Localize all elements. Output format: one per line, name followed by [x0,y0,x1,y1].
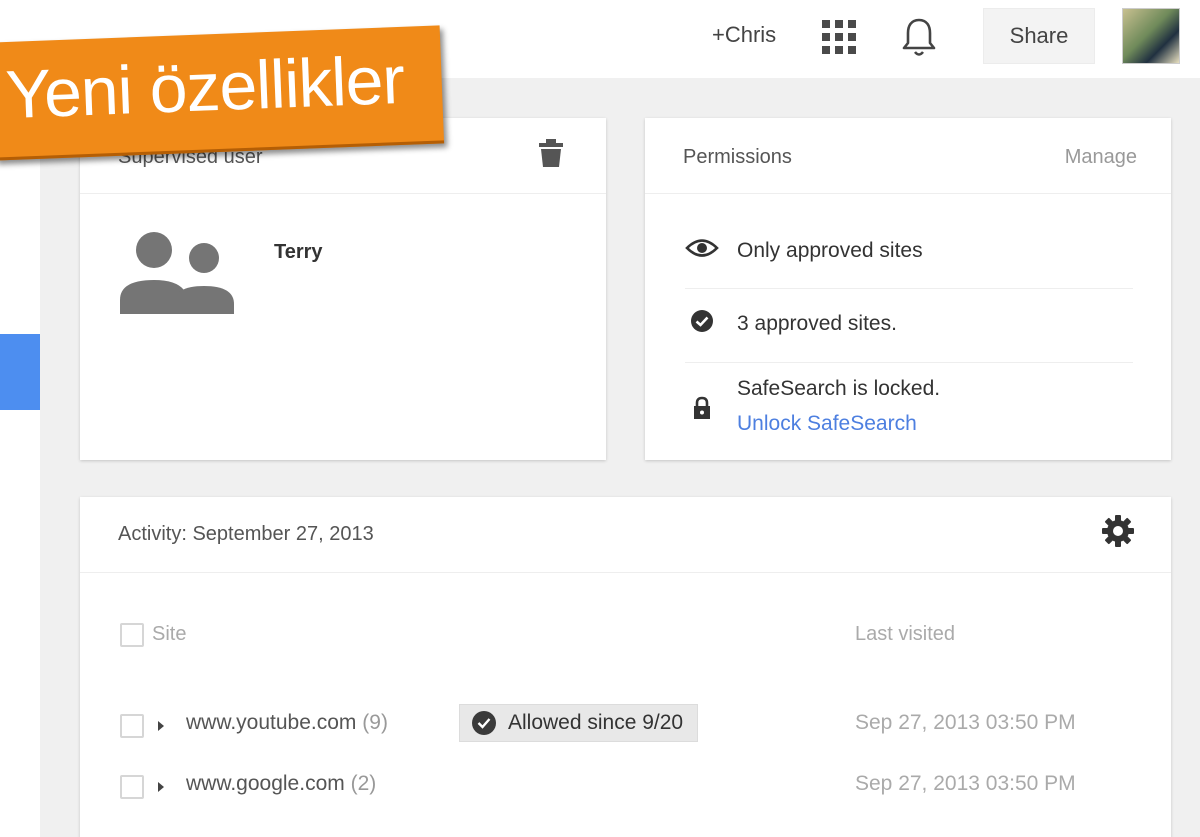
unlock-safesearch-link[interactable]: Unlock SafeSearch [737,406,940,442]
visit-count: (2) [350,772,377,795]
user-profile-link[interactable]: +Chris [712,22,776,48]
permission-filter-text: Only approved sites [737,239,923,262]
bell-icon[interactable] [900,16,938,60]
column-header-site[interactable]: Site [152,623,186,646]
banner-text: Yeni özellikler [4,41,406,134]
nav-selected-indicator[interactable] [0,334,40,410]
lock-icon [685,394,719,422]
permission-row-approved: 3 approved sites. [685,307,1145,341]
last-visited-time: Sep 27, 2013 03:50 PM [855,772,1076,795]
site-url[interactable]: www.google.com (2) [186,772,376,796]
expand-arrow-icon[interactable] [158,782,164,792]
site-domain: www.google.com [186,772,345,795]
manage-link[interactable]: Manage [1065,146,1137,169]
status-badge: Allowed since 9/20 [459,704,699,742]
safesearch-block: SafeSearch is locked. Unlock SafeSearch [737,372,940,442]
activity-title: Activity: September 27, 2013 [118,523,374,545]
row-checkbox[interactable] [120,775,144,799]
card-header: Activity: September 27, 2013 [80,497,1171,573]
avatar[interactable] [1122,8,1180,64]
card-header: Permissions Manage [645,118,1171,194]
people-icon [120,232,234,314]
supervised-user-name: Terry [274,241,323,263]
site-domain: www.youtube.com [186,711,357,734]
gear-icon[interactable] [1100,513,1136,549]
trash-icon[interactable] [538,138,564,168]
check-circle-icon [472,711,496,735]
check-circle-icon [685,307,719,335]
row-checkbox[interactable] [120,714,144,738]
status-badge-label: Allowed since 9/20 [508,711,684,734]
column-header-last-visited[interactable]: Last visited [855,623,955,646]
eye-icon [685,234,719,262]
permission-row-safesearch: SafeSearch is locked. Unlock SafeSearch [685,372,1145,442]
share-button[interactable]: Share [983,8,1095,64]
last-visited-time: Sep 27, 2013 03:50 PM [855,711,1076,734]
visit-count: (9) [362,711,388,734]
divider [685,362,1133,363]
select-all-checkbox[interactable] [120,623,144,647]
permission-approved-text: 3 approved sites. [737,312,897,335]
supervised-user-card: Supervised user Terry [80,118,606,460]
promo-banner: Yeni özellikler [0,25,445,161]
activity-card: Activity: September 27, 2013 Site Last v… [80,497,1171,837]
permissions-card: Permissions Manage Only approved sites 3… [645,118,1171,460]
permission-row-filter: Only approved sites [685,234,1145,268]
safesearch-status: SafeSearch is locked. [737,377,941,400]
divider [685,288,1133,289]
permissions-title: Permissions [683,146,792,168]
expand-arrow-icon[interactable] [158,721,164,731]
left-navigation-rail [0,78,40,837]
apps-grid-icon[interactable] [822,20,858,56]
site-url[interactable]: www.youtube.com (9) [186,711,388,735]
